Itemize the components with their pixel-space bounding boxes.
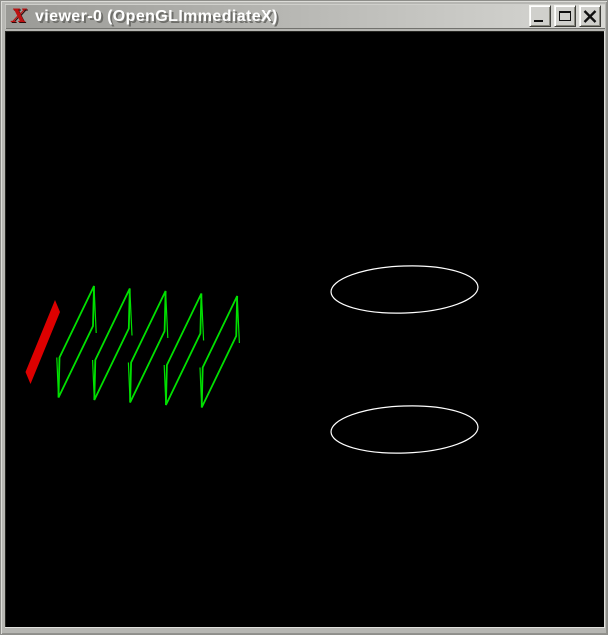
window-controls — [529, 5, 601, 27]
app-icon[interactable]: X — [9, 5, 29, 28]
green-slab-5-top-sliver — [237, 296, 239, 343]
cylinder-top-rim — [330, 263, 479, 315]
opengl-viewport[interactable] — [5, 31, 605, 628]
title-bar[interactable]: X viewer-0 (OpenGLImmediateX) — [5, 4, 605, 29]
green-slab-2-bottom-sliver — [93, 360, 95, 400]
green-slab-2 — [94, 289, 130, 401]
minimize-icon — [534, 20, 543, 22]
green-slab-4 — [166, 294, 202, 406]
red-slab — [26, 300, 61, 384]
green-slab-4-bottom-sliver — [164, 365, 166, 405]
window: X viewer-0 (OpenGLImmediateX) — [0, 0, 608, 635]
scene-svg — [5, 31, 605, 628]
green-slab-1-top-sliver — [94, 286, 96, 333]
green-slab-5-bottom-sliver — [200, 368, 202, 408]
green-slab-3-bottom-sliver — [128, 363, 130, 403]
green-slab-5 — [202, 296, 238, 408]
close-button[interactable] — [579, 5, 601, 27]
maximize-icon — [559, 11, 571, 21]
green-slab-1-bottom-sliver — [57, 358, 59, 398]
minimize-button[interactable] — [529, 5, 551, 27]
green-slab-3-top-sliver — [166, 291, 168, 338]
window-title: viewer-0 (OpenGLImmediateX) — [35, 8, 278, 26]
green-slab-2-top-sliver — [130, 289, 132, 336]
cylinder-bottom-rim — [330, 403, 479, 455]
maximize-button[interactable] — [554, 5, 576, 27]
close-icon — [583, 10, 597, 23]
green-slab-1 — [59, 286, 95, 398]
green-slab-4-top-sliver — [201, 294, 203, 341]
green-slab-3 — [130, 291, 166, 403]
